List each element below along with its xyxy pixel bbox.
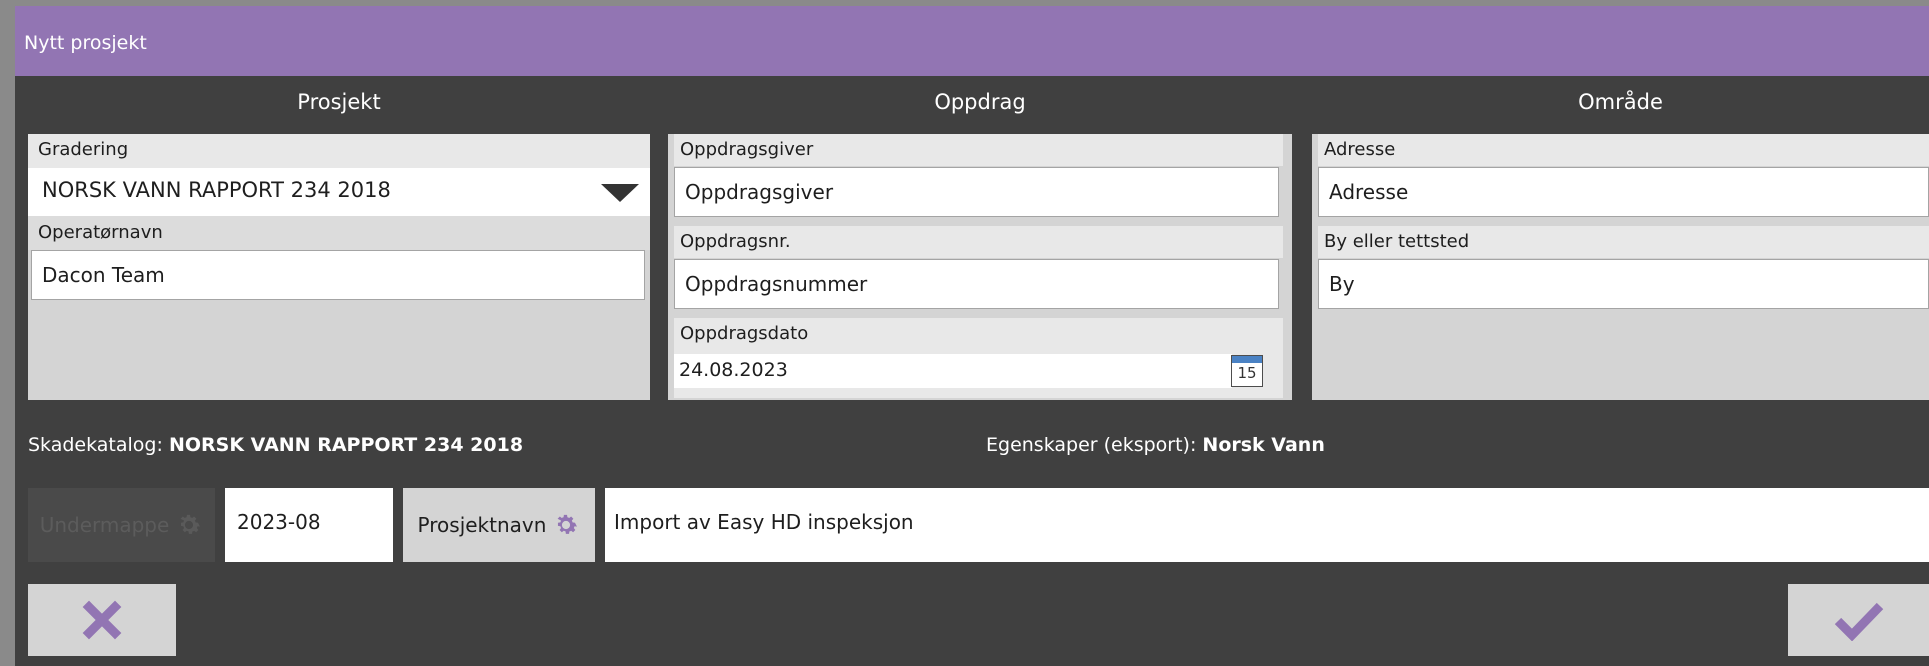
close-icon [82, 600, 122, 640]
cancel-button[interactable] [28, 584, 176, 656]
calendar-icon[interactable]: 15 [1231, 355, 1263, 387]
operator-name-input[interactable]: Dacon Team [31, 250, 645, 300]
section-header-oppdrag: Oppdrag [934, 90, 1026, 114]
prosjektnavn-label: Prosjektnavn [417, 513, 547, 537]
checkmark-icon [1834, 602, 1883, 641]
date-folder-input[interactable]: 2023-08 [225, 488, 393, 562]
skadekatalog-info: Skadekatalog: NORSK VANN RAPPORT 234 201… [28, 434, 523, 456]
section-header-prosjekt: Prosjekt [297, 90, 381, 114]
undermappe-label: Undermappe [39, 513, 170, 537]
oppdragsgiver-input[interactable]: Oppdragsgiver [674, 167, 1279, 217]
section-header-omrade: Område [1578, 90, 1663, 114]
gradering-label: Gradering [38, 139, 129, 160]
gear-icon [558, 514, 578, 534]
egenskaper-label: Egenskaper (eksport): [986, 434, 1197, 456]
adresse-input[interactable]: Adresse [1318, 167, 1929, 217]
skadekatalog-value: NORSK VANN RAPPORT 234 2018 [168, 434, 524, 456]
adresse-label: Adresse [1324, 139, 1396, 160]
adresse-label-row [1318, 134, 1929, 166]
confirm-button[interactable] [1788, 584, 1929, 656]
oppdragsgiver-label: Oppdragsgiver [680, 139, 814, 160]
oppdragsnr-input[interactable]: Oppdragsnummer [674, 259, 1279, 309]
prosjektnavn-button[interactable]: Prosjektnavn [403, 488, 595, 562]
operator-label: Operatørnavn [38, 222, 163, 243]
gradering-selected-value: NORSK VANN RAPPORT 234 2018 [42, 178, 391, 202]
oppdragsdato-input[interactable]: 24.08.2023 [674, 354, 1232, 388]
project-name-input[interactable]: Import av Easy HD inspeksjon [605, 488, 1929, 562]
oppdragsdato-value: 24.08.2023 [679, 359, 788, 381]
title-bar [15, 6, 1929, 76]
gear-icon [180, 514, 201, 534]
calendar-icon-header [1232, 356, 1262, 363]
window-title: Nytt prosjekt [24, 32, 147, 54]
by-input[interactable]: By [1318, 259, 1929, 309]
chevron-down-icon [601, 184, 639, 202]
calendar-icon-day: 15 [1237, 364, 1257, 382]
undermappe-button[interactable]: Undermappe [28, 488, 215, 562]
gradering-select[interactable]: NORSK VANN RAPPORT 234 2018 [28, 168, 650, 216]
oppdragsnr-label: Oppdragsnr. [680, 231, 791, 252]
egenskaper-info: Egenskaper (eksport): Norsk Vann [986, 434, 1325, 456]
by-label: By eller tettsted [1324, 231, 1470, 252]
egenskaper-value: Norsk Vann [1202, 434, 1325, 456]
skadekatalog-label: Skadekatalog: [28, 434, 163, 456]
oppdragsdato-label: Oppdragsdato [680, 323, 809, 344]
